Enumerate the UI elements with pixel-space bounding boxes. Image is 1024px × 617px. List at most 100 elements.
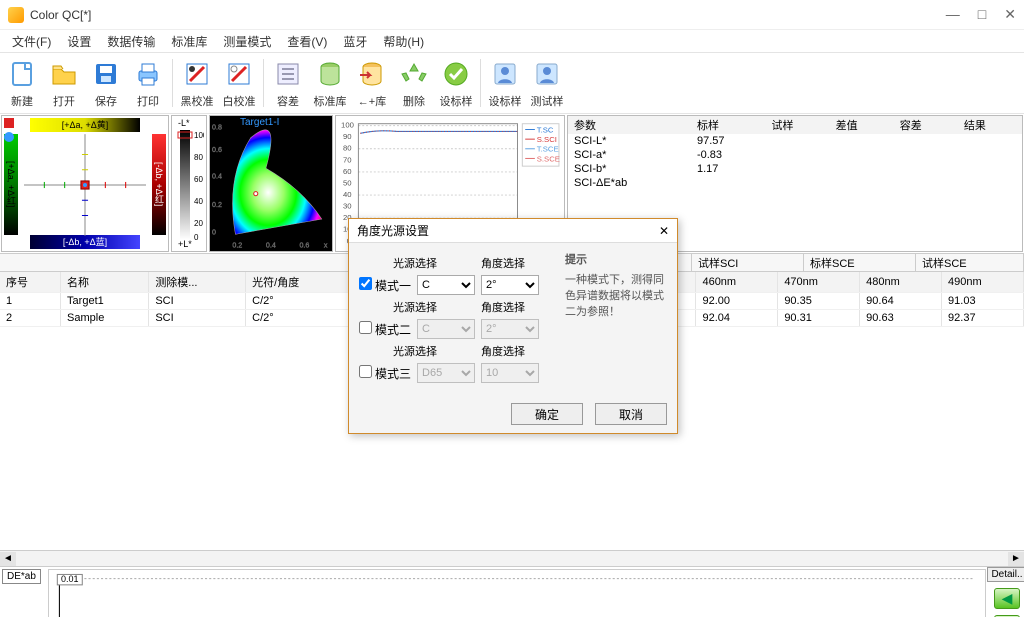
mode2-light-select: C [417,319,475,339]
toolbar-db-7[interactable]: 标准库 [310,55,350,111]
mode1-angle-select[interactable]: 2° [481,275,539,295]
menu-file[interactable]: 文件(F) [6,31,57,52]
grid-header[interactable]: 序号 [0,272,61,293]
toolbar-folder-1[interactable]: 打开 [44,55,84,111]
status-sample-sci: 试样SCI [692,254,804,271]
toolbar-dbin-8[interactable]: ←+库 [352,55,392,111]
whitecal-icon [222,57,256,91]
svg-text:x: x [324,242,328,250]
grid-header[interactable]: 名称 [61,272,149,293]
menu-settings[interactable]: 设置 [61,31,97,52]
bottom-area: DE*ab 0.01 Sample:SCI Detail.. ◀ ▶ [0,566,1024,617]
settings-icon [271,57,305,91]
col-lightsource: 光源选择 [386,255,444,271]
svg-text:T.SC: T.SC [537,125,554,134]
toolbar-blackcal-4[interactable]: 黑校准 [177,55,217,111]
grid-header[interactable]: 480nm [860,272,942,293]
dialog-close-icon[interactable]: ✕ [659,224,669,238]
col-angle3: 角度选择 [474,343,532,359]
mode1-light-select[interactable]: C [417,275,475,295]
toolbar-whitecal-5[interactable]: 白校准 [219,55,259,111]
blackcal-icon [180,57,214,91]
svg-text:S.SCE: S.SCE [537,154,560,163]
lab-axis-left: [+Δa, +Δ红] [4,134,18,235]
param-header: 容差 [894,116,958,134]
h-scrollbar[interactable]: ◄ ► [0,550,1024,566]
toolbar-check-10[interactable]: 设标样 [436,55,476,111]
cie-chart: 0.20.40.6x 00.20.40.60.8 [210,116,332,251]
menu-bluetooth[interactable]: 蓝牙 [337,31,373,52]
svg-text:20: 20 [194,219,203,228]
menu-help[interactable]: 帮助(H) [377,31,430,52]
svg-text:60: 60 [343,167,352,176]
mode3-checkbox[interactable]: 模式三 [359,365,411,382]
user-icon [488,57,522,91]
print-icon [131,57,165,91]
bottom-chart: 0.01 Sample:SCI [48,569,986,617]
svg-text:40: 40 [343,190,352,199]
svg-text:0.2: 0.2 [212,201,222,209]
cancel-button[interactable]: 取消 [595,403,667,425]
app-icon [8,7,24,23]
col-angle: 角度选择 [474,255,532,271]
angle-light-dialog: 角度光源设置 ✕ 光源选择 角度选择 模式一 C 2° 光源选择 角度选择 模式… [348,218,678,434]
mode3-light-select: D65 [417,363,475,383]
grid-header[interactable]: 490nm [942,272,1024,293]
minimize-button[interactable]: — [946,6,960,23]
maximize-button[interactable]: □ [978,6,986,23]
svg-text:60: 60 [194,175,203,184]
param-header: 差值 [830,116,894,134]
ok-button[interactable]: 确定 [511,403,583,425]
svg-text:80: 80 [343,144,352,153]
menu-view[interactable]: 查看(V) [281,31,333,52]
grid-header[interactable]: 470nm [778,272,860,293]
lab-axis-right: [-Δb, +Δ红] [152,134,166,235]
menu-transfer[interactable]: 数据传输 [101,31,161,52]
svg-text:100: 100 [341,121,354,130]
grid-header[interactable]: 测除模... [149,272,246,293]
svg-text:0.6: 0.6 [212,146,222,154]
status-std-sce: 标样SCE [804,254,916,271]
tip-title: 提示 [565,251,667,267]
grid-header[interactable]: 光符/角度 [246,272,351,293]
l-bar-chart: 100 80 60 40 20 0 [174,130,204,240]
toolbar-settings-6[interactable]: 容差 [268,55,308,111]
svg-text:0.6: 0.6 [299,242,309,250]
grid-header[interactable]: 460nm [696,272,778,293]
prev-arrow-icon[interactable]: ◀ [994,588,1020,609]
svg-text:40: 40 [194,197,203,206]
bottom-mark: 0.01 [61,574,79,584]
mode1-checkbox[interactable]: 模式一 [359,277,411,294]
menu-stdlib[interactable]: 标准库 [165,31,213,52]
toolbar-file-0[interactable]: 新建 [2,55,42,111]
scroll-track[interactable] [16,552,1008,566]
lab-axis-top: [+Δa, +Δ黄] [30,118,140,132]
svg-text:0.8: 0.8 [212,124,222,132]
cie-title: Target1-I [240,117,279,128]
toolbar-recycle-9[interactable]: 删除 [394,55,434,111]
cie-panel: Target1-I 0.20.40.6x 00.20.40.60.8 [209,115,333,252]
check-icon [439,57,473,91]
svg-text:100: 100 [194,131,204,140]
toolbar-user-12[interactable]: 测试样 [527,55,567,111]
l-plus: +L* [178,239,192,249]
close-button[interactable]: ✕ [1004,6,1016,23]
param-row: SCI-ΔE*ab [568,176,1022,190]
mode2-angle-select: 2° [481,319,539,339]
detail-button[interactable]: Detail.. [987,567,1024,582]
scroll-left-icon[interactable]: ◄ [0,552,16,566]
toolbar: 新建打开保存打印黑校准白校准容差标准库←+库删除设标样设标样测试样 [0,52,1024,114]
svg-text:T.SCE: T.SCE [537,145,559,154]
param-header: 参数 [568,116,691,134]
menu-measure[interactable]: 测量模式 [217,31,277,52]
toolbar-user-11[interactable]: 设标样 [485,55,525,111]
toolbar-print-3[interactable]: 打印 [128,55,168,111]
svg-text:0.2: 0.2 [232,242,242,250]
col-angle2: 角度选择 [474,299,532,315]
toolbar-save-2[interactable]: 保存 [86,55,126,111]
tab-deab[interactable]: DE*ab [2,569,41,584]
recycle-icon [397,57,431,91]
window-title: Color QC[*] [30,8,946,22]
scroll-right-icon[interactable]: ► [1008,552,1024,566]
mode2-checkbox[interactable]: 模式二 [359,321,411,338]
